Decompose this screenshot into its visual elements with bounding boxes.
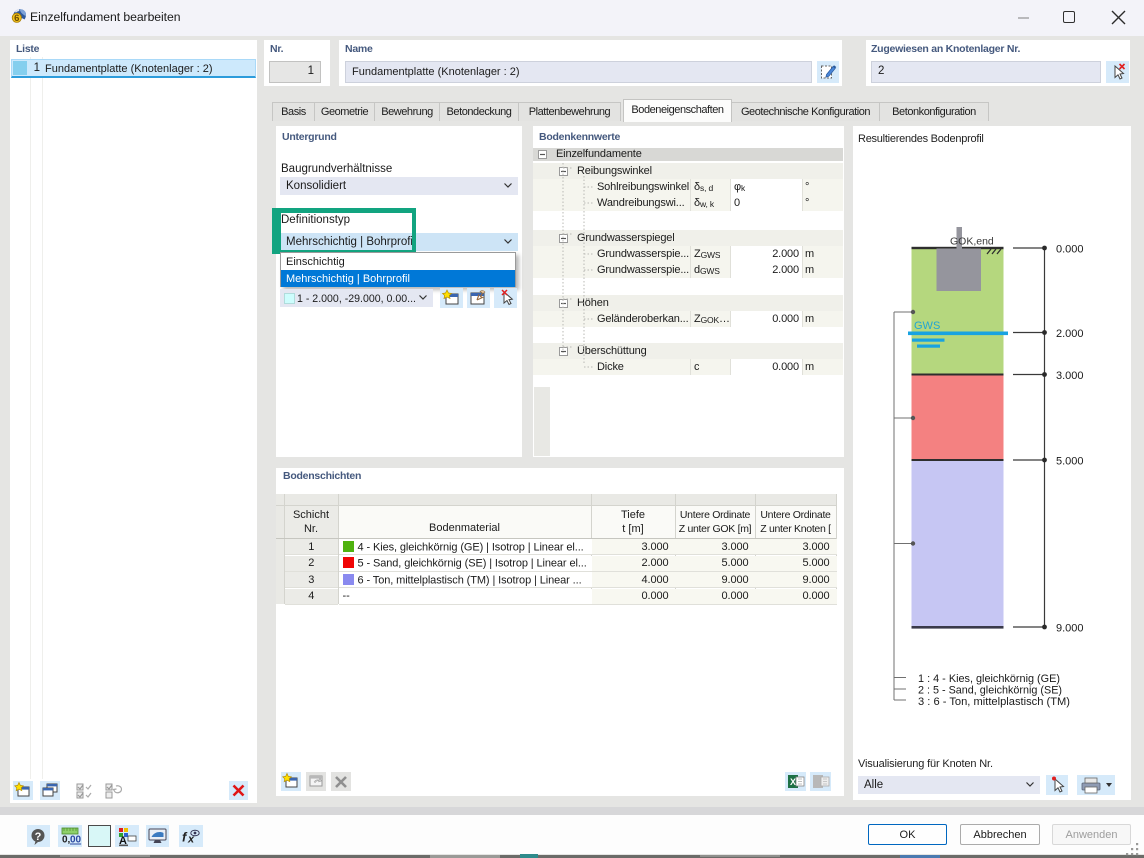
svg-text:3.000: 3.000	[1056, 370, 1084, 382]
svg-text:9.000: 9.000	[1056, 623, 1084, 635]
svg-text:X: X	[790, 777, 796, 787]
svg-text:00: 00	[70, 835, 82, 846]
svg-text:6: 6	[14, 13, 19, 23]
svg-text:GOK,end: GOK,end	[950, 236, 994, 248]
svg-text:0.000: 0.000	[1056, 244, 1084, 256]
svg-text:3 : 6 - Ton, mittelplastisch: 3 : 6 - Ton, mittelplastisch (TM)	[918, 696, 1070, 708]
svg-text:GWS: GWS	[914, 320, 940, 332]
svg-text:2.000: 2.000	[1056, 328, 1084, 340]
svg-text:?: ?	[35, 831, 42, 843]
svg-text:1 : 4 - Kies, gleichkörnig (G: 1 : 4 - Kies, gleichkörnig (GE)	[918, 673, 1060, 685]
svg-text:5.000: 5.000	[1056, 456, 1084, 468]
svg-text:2 : 5 - Sand, gleichkörnig (S: 2 : 5 - Sand, gleichkörnig (SE)	[918, 685, 1062, 697]
